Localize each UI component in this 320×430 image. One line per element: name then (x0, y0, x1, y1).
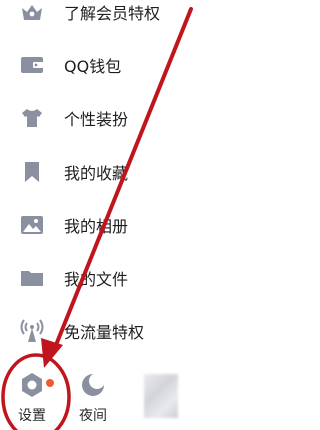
menu-item-label: 了解会员特权 (64, 4, 161, 23)
folder-icon (18, 264, 46, 292)
settings-label: 设置 (18, 408, 46, 424)
menu-item-my-favorites[interactable]: 我的收藏 (0, 152, 274, 192)
notification-badge (46, 379, 54, 387)
night-mode-button[interactable]: 夜间 (71, 365, 115, 427)
settings-button[interactable]: 设置 (10, 365, 54, 427)
blurred-weather-icon (144, 374, 178, 418)
menu-item-free-data-privilege[interactable]: 免流量特权 (0, 311, 274, 351)
crown-icon (18, 0, 46, 26)
gear-icon (16, 369, 48, 401)
menu-item-label: 我的收藏 (64, 164, 129, 183)
menu-item-my-files[interactable]: 我的文件 (0, 258, 274, 298)
menu-item-label: QQ钱包 (64, 57, 122, 76)
bottom-bar: 设置 夜间 (0, 365, 274, 430)
menu-item-member-privileges[interactable]: 了解会员特权 (0, 0, 274, 32)
bookmark-icon (18, 158, 46, 186)
night-label: 夜间 (79, 408, 107, 424)
menu-item-personal-dress-up[interactable]: 个性装扮 (0, 98, 274, 138)
wallet-icon (18, 51, 46, 79)
signal-tower-icon (18, 317, 46, 345)
menu-item-label: 免流量特权 (64, 323, 145, 342)
menu-item-label: 我的相册 (64, 217, 129, 236)
menu-item-qq-wallet[interactable]: QQ钱包 (0, 45, 274, 85)
tshirt-icon (18, 104, 46, 132)
moon-icon (77, 369, 109, 401)
menu-item-label: 个性装扮 (64, 110, 129, 129)
photo-icon (18, 211, 46, 239)
menu-item-label: 我的文件 (64, 270, 129, 289)
menu-item-my-album[interactable]: 我的相册 (0, 205, 274, 245)
